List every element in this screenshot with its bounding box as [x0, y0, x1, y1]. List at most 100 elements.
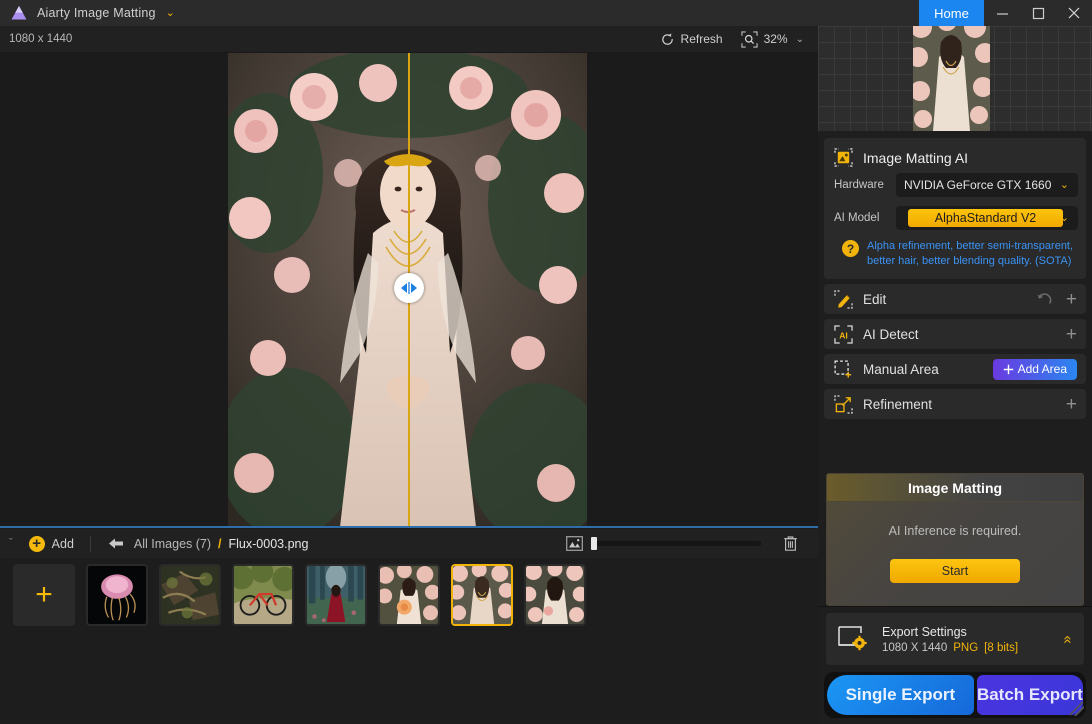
- maximize-button[interactable]: [1020, 0, 1056, 26]
- undo-icon: [1037, 293, 1052, 304]
- jellyfish-thumb: [88, 566, 146, 624]
- image-matting-action-heading: Image Matting: [827, 474, 1083, 502]
- collapse-filmstrip-button[interactable]: ˇ: [9, 538, 13, 549]
- add-area-button[interactable]: Add Area: [992, 358, 1077, 380]
- export-area: Export Settings 1080 X 1440 PNG [8 bits] «…: [818, 606, 1092, 724]
- plus-icon: [1003, 364, 1013, 374]
- refresh-icon: [661, 32, 673, 45]
- export-size: 1080 X 1440: [882, 641, 948, 654]
- thumbnail-item-driftwood[interactable]: [159, 564, 221, 626]
- breadcrumb-all-images[interactable]: All Images (7): [134, 537, 211, 551]
- preview-thumbnail-image: [913, 26, 990, 131]
- minimize-button[interactable]: [984, 0, 1020, 26]
- edit-icon: [834, 289, 853, 309]
- section-ai-detect[interactable]: AI AI Detect +: [824, 319, 1086, 349]
- minimize-icon: [996, 12, 1008, 15]
- section-refinement-add-button[interactable]: +: [1066, 395, 1077, 414]
- title-dropdown-caret[interactable]: ⌄: [166, 7, 175, 19]
- single-export-button[interactable]: Single Export: [827, 675, 974, 715]
- image-matting-icon: [834, 148, 853, 167]
- maximize-icon: [1032, 7, 1044, 19]
- section-ai-detect-label: AI Detect: [863, 326, 919, 342]
- comparison-slider-handle[interactable]: [394, 273, 424, 303]
- help-icon[interactable]: ?: [842, 240, 859, 257]
- add-area-label: Add Area: [1017, 362, 1067, 376]
- right-panel: Image Matting AI Hardware NVIDIA GeForce…: [818, 26, 1092, 724]
- back-button[interactable]: [108, 537, 124, 550]
- manual-area-icon: [834, 359, 852, 378]
- section-manual-area[interactable]: Manual Area Add Area: [824, 354, 1086, 384]
- red-dress-forest-thumb: [307, 566, 365, 624]
- preview-thumbnail: [913, 26, 990, 131]
- thumbnail-add-tile[interactable]: +: [13, 564, 75, 626]
- close-button[interactable]: [1056, 0, 1092, 26]
- section-ai-detect-add-button[interactable]: +: [1066, 325, 1077, 344]
- close-icon: [1068, 7, 1080, 19]
- breadcrumb-current-file: Flux-0003.png: [228, 536, 309, 551]
- export-buttons-group: Single Export Batch Export: [824, 672, 1086, 718]
- hardware-row: Hardware NVIDIA GeForce GTX 1660 ⌄: [824, 173, 1086, 197]
- thumbnail-item-bride-bouquet[interactable]: [378, 564, 440, 626]
- add-label: Add: [51, 536, 74, 551]
- image-dimensions-label: 1080 x 1440: [9, 33, 73, 45]
- slider-knob[interactable]: [591, 537, 597, 550]
- hardware-select[interactable]: NVIDIA GeForce GTX 1660 ⌄: [896, 173, 1078, 197]
- thumbnail-item-red-dress-forest[interactable]: [305, 564, 367, 626]
- woman-roses-selected-thumb: [453, 566, 511, 624]
- section-refinement[interactable]: Refinement +: [824, 389, 1086, 419]
- canvas-image[interactable]: [228, 53, 587, 527]
- ai-model-value: AlphaStandard V2: [908, 209, 1063, 227]
- ai-model-label: AI Model: [834, 212, 880, 224]
- bride-bouquet-thumb: [380, 566, 438, 624]
- collapse-export-button[interactable]: «: [1059, 635, 1076, 643]
- refresh-button[interactable]: Refresh: [660, 26, 723, 53]
- undo-button[interactable]: [1036, 292, 1052, 306]
- ai-model-select[interactable]: AlphaStandard V2 ⌄: [896, 206, 1078, 230]
- thumbnail-size-button[interactable]: [566, 536, 583, 551]
- canvas-toolbar: 1080 x 1440 Refresh 32% ⌄: [0, 26, 818, 53]
- woman-roses-portrait-thumb: [526, 566, 584, 624]
- driftwood-thumb: [161, 566, 219, 624]
- hardware-value: NVIDIA GeForce GTX 1660: [904, 178, 1052, 192]
- refresh-label: Refresh: [680, 32, 723, 46]
- export-bit-depth: [8 bits]: [984, 641, 1019, 654]
- section-edit[interactable]: Edit +: [824, 284, 1086, 314]
- inference-required-message: AI Inference is required.: [888, 524, 1022, 538]
- transparency-preview[interactable]: [818, 26, 1092, 131]
- filmstrip: +: [0, 558, 818, 724]
- thumbnail-item-bicycle[interactable]: [232, 564, 294, 626]
- delete-button[interactable]: [783, 535, 798, 552]
- zoom-control[interactable]: 32%: [740, 26, 788, 53]
- hardware-chevron-down-icon: ⌄: [1059, 178, 1069, 191]
- image-canvas[interactable]: [0, 53, 818, 528]
- export-settings-icon: [838, 626, 867, 651]
- batch-export-button[interactable]: Batch Export: [976, 675, 1083, 715]
- section-manual-area-label: Manual Area: [863, 361, 939, 377]
- zoom-level-label: 32%: [763, 32, 788, 46]
- add-images-button[interactable]: + Add: [28, 535, 74, 552]
- section-edit-label: Edit: [863, 291, 887, 307]
- home-button[interactable]: Home: [919, 0, 984, 26]
- start-button[interactable]: Start: [890, 559, 1020, 583]
- thumbnail-size-slider[interactable]: [591, 537, 761, 550]
- app-logo-icon: [11, 6, 27, 20]
- note-line-2: better hair, better blending quality. (S…: [867, 255, 1072, 267]
- app-window: Aiarty Image Matting ⌄ Home 1080 x 1440: [0, 0, 1092, 724]
- canvas-divider: [0, 526, 818, 528]
- image-matting-ai-card: Image Matting AI Hardware NVIDIA GeForce…: [824, 138, 1086, 279]
- zoom-dropdown-caret[interactable]: ⌄: [796, 34, 804, 45]
- app-title: Aiarty Image Matting: [37, 6, 156, 20]
- left-right-arrows-icon: [401, 282, 417, 294]
- hardware-label: Hardware: [834, 179, 884, 191]
- export-settings-card[interactable]: Export Settings 1080 X 1440 PNG [8 bits] «: [826, 613, 1084, 665]
- resize-grip[interactable]: [1070, 702, 1084, 716]
- refinement-icon: [834, 394, 853, 414]
- thumbnail-item-jellyfish[interactable]: [86, 564, 148, 626]
- image-matting-action-panel: Image Matting AI Inference is required. …: [826, 473, 1084, 606]
- thumbnail-item-woman-roses-portrait[interactable]: [524, 564, 586, 626]
- section-edit-add-button[interactable]: +: [1066, 290, 1077, 309]
- filmstrip-toolbar: ˇ + Add All Images (7) / Flux-0003.png: [0, 529, 818, 558]
- thumbnail-list: +: [0, 558, 818, 626]
- export-settings-texts: Export Settings 1080 X 1440 PNG [8 bits]: [882, 625, 1064, 654]
- thumbnail-item-woman-roses-selected[interactable]: [451, 564, 513, 626]
